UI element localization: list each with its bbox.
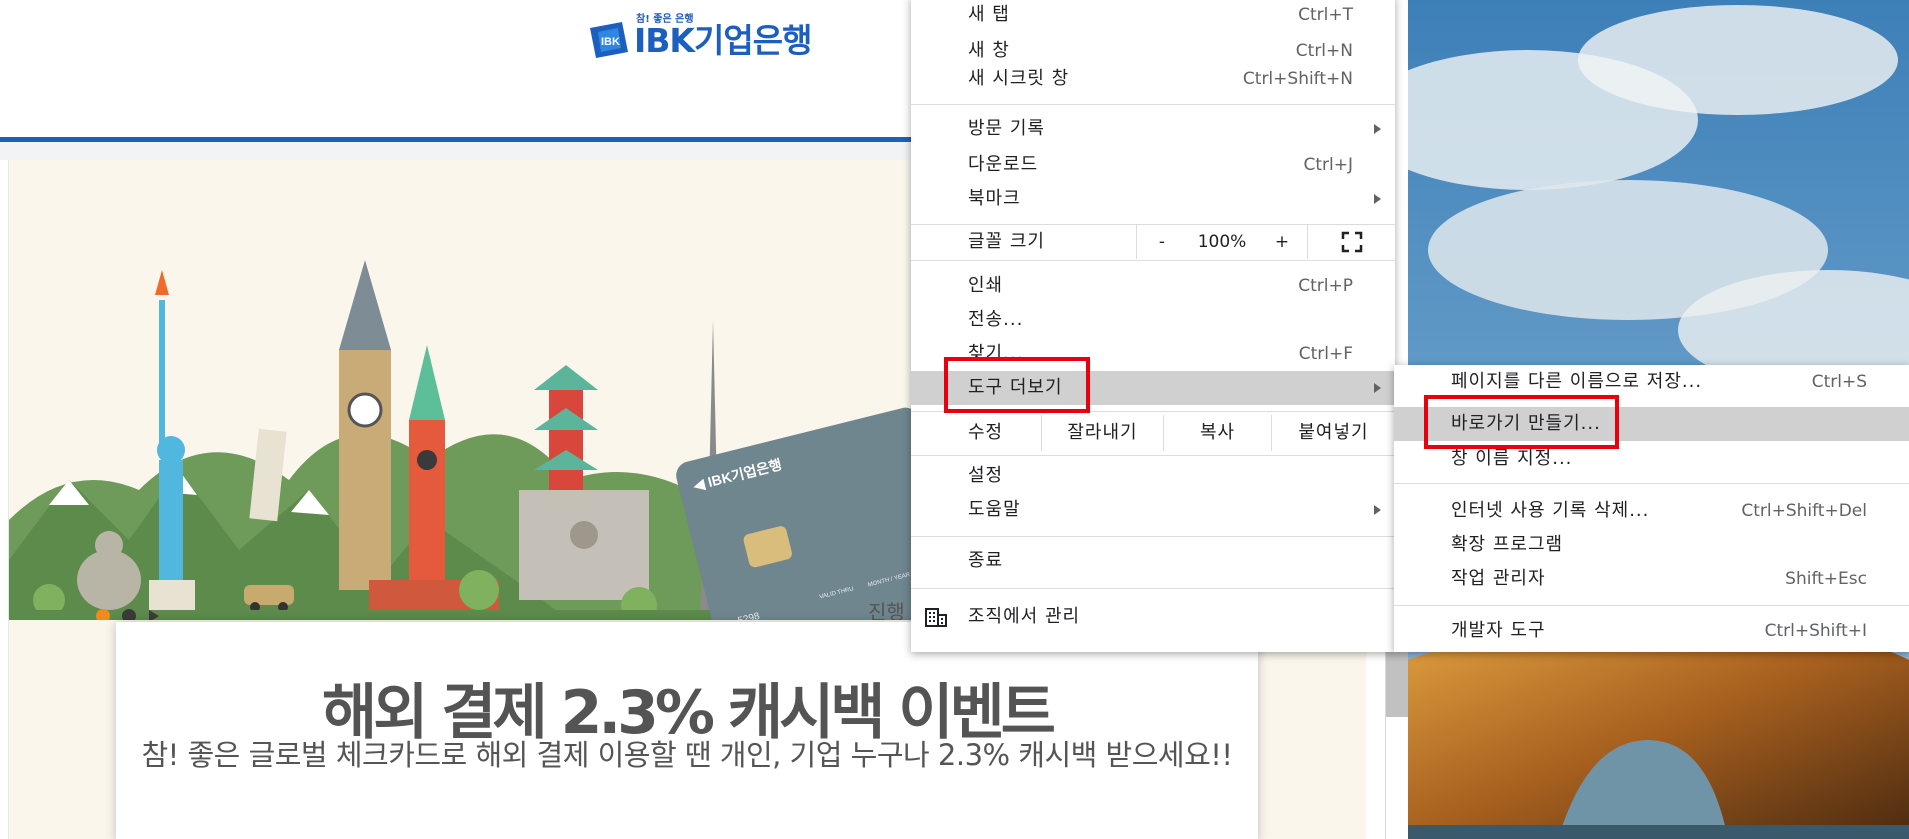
zoom-out-button[interactable]: - xyxy=(1137,225,1187,259)
menu-separator xyxy=(911,455,1395,456)
menu-downloads[interactable]: 다운로드 Ctrl+J xyxy=(911,148,1395,182)
submenu-arrow-icon xyxy=(1374,505,1381,515)
event-info-panel: 해외 결제 2.3% 캐시백 이벤트 참! 좋은 글로벌 체크카드로 해외 결제… xyxy=(116,622,1258,839)
menu-edit-row: 수정 잘라내기 복사 붙여넣기 xyxy=(911,415,1395,451)
ibk-logo[interactable]: IBK 참! 좋은 은행 IBK기업은행 xyxy=(588,10,812,60)
event-description: 참! 좋은 글로벌 체크카드로 해외 결제 이용할 땐 개인, 기업 누구나 2… xyxy=(141,738,1233,772)
menu-separator xyxy=(1394,605,1909,606)
zoom-level: 100% xyxy=(1197,232,1247,252)
cut-button[interactable]: 잘라내기 xyxy=(1042,415,1163,451)
menu-exit[interactable]: 종료 xyxy=(911,544,1395,578)
fullscreen-icon xyxy=(1341,231,1362,253)
page-scrollbar-thumb[interactable] xyxy=(1386,652,1408,717)
menu-separator xyxy=(911,536,1395,537)
menu-help[interactable]: 도움말 xyxy=(911,493,1395,527)
paste-button[interactable]: 붙여넣기 xyxy=(1272,415,1395,451)
menu-history[interactable]: 방문 기록 xyxy=(911,112,1395,146)
menu-separator xyxy=(911,588,1395,589)
menu-cast[interactable]: 전송... xyxy=(911,303,1395,337)
menu-separator xyxy=(911,260,1395,261)
menu-zoom-row: 글꼴 크기 - 100% + xyxy=(911,225,1395,259)
menu-settings[interactable]: 설정 xyxy=(911,459,1395,493)
logo-name: IBK기업은행 xyxy=(634,21,812,60)
submenu-developer-tools[interactable]: 개발자 도구 Ctrl+Shift+I xyxy=(1394,614,1909,648)
building-icon xyxy=(925,608,947,627)
menu-separator xyxy=(1394,483,1909,484)
svg-text:IBK: IBK xyxy=(601,36,620,48)
menu-managed-by-org[interactable]: 조직에서 관리 xyxy=(911,600,1395,634)
submenu-clear-browsing-data[interactable]: 인터넷 사용 기록 삭제... Ctrl+Shift+Del xyxy=(1394,494,1909,528)
submenu-extensions[interactable]: 확장 프로그램 xyxy=(1394,528,1909,562)
annotation-box-more-tools xyxy=(944,357,1090,413)
menu-new-tab[interactable]: 새 탭 Ctrl+T xyxy=(911,0,1395,34)
annotation-box-create-shortcut xyxy=(1424,395,1619,449)
chrome-main-menu: 새 탭 Ctrl+T 새 창 Ctrl+N 새 시크릿 창 Ctrl+Shift… xyxy=(911,0,1395,652)
zoom-in-button[interactable]: + xyxy=(1257,225,1307,259)
submenu-save-page-as[interactable]: 페이지를 다른 이름으로 저장... Ctrl+S xyxy=(1394,365,1909,399)
submenu-arrow-icon xyxy=(1374,194,1381,204)
menu-separator xyxy=(911,104,1395,105)
fullscreen-button[interactable] xyxy=(1308,225,1395,259)
ibk-logo-mark-icon: IBK xyxy=(590,22,628,58)
submenu-arrow-icon xyxy=(1374,124,1381,134)
submenu-arrow-icon xyxy=(1374,383,1381,393)
menu-print[interactable]: 인쇄 Ctrl+P xyxy=(911,269,1395,303)
menu-new-incognito-window[interactable]: 새 시크릿 창 Ctrl+Shift+N xyxy=(911,62,1395,96)
menu-bookmarks[interactable]: 북마크 xyxy=(911,182,1395,216)
copy-button[interactable]: 복사 xyxy=(1164,415,1271,451)
submenu-task-manager[interactable]: 작업 관리자 Shift+Esc xyxy=(1394,562,1909,596)
